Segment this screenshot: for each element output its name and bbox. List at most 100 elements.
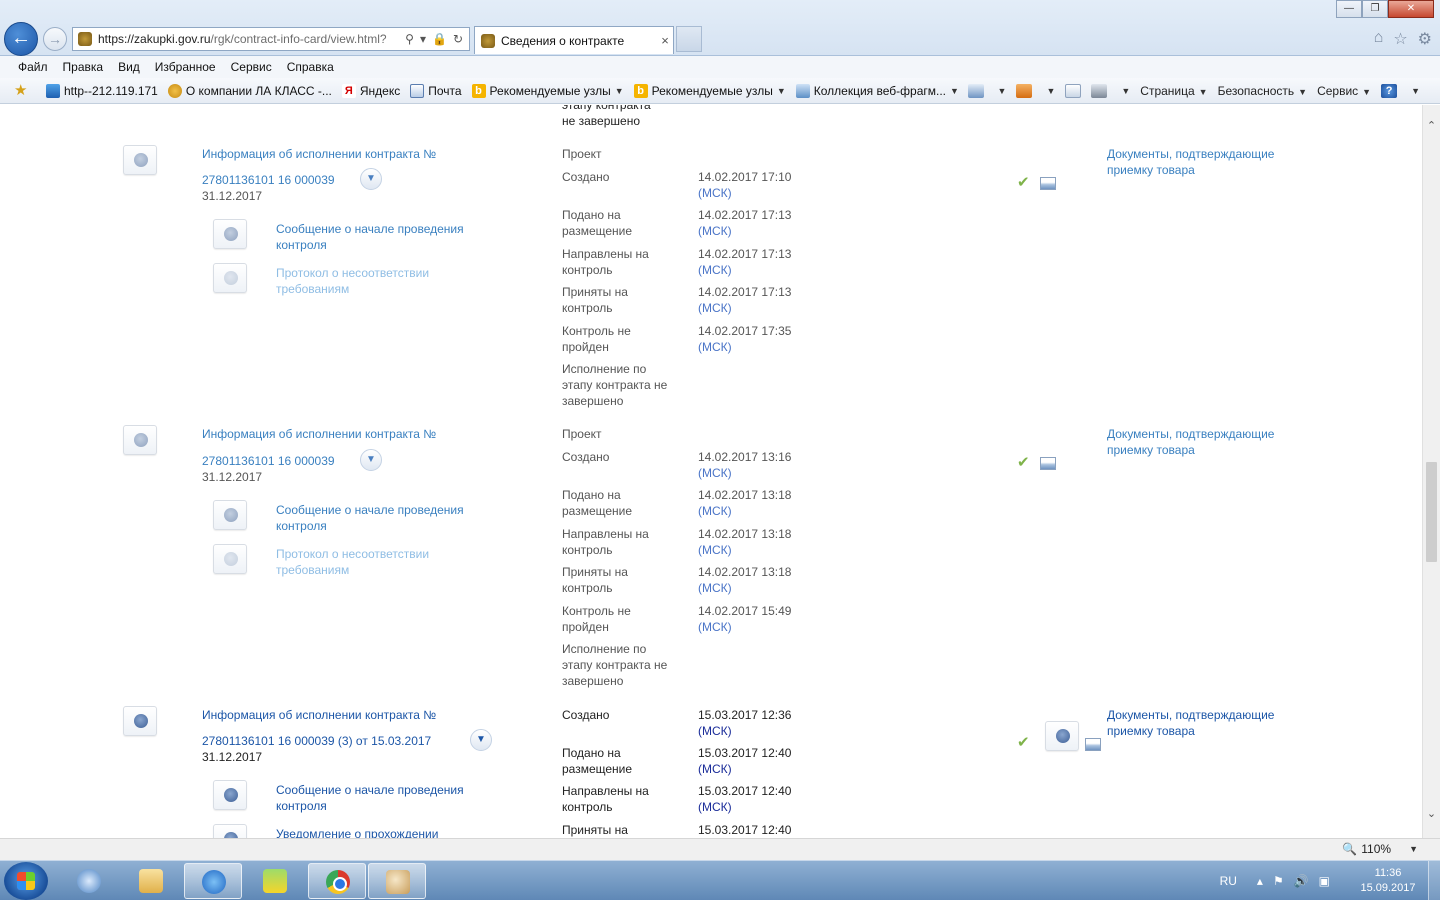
acceptance-docs-link[interactable]: Документы, подтверждающие приемку товара [1107, 146, 1277, 178]
menu-help[interactable]: Справка [287, 60, 334, 74]
favorites-star-icon[interactable]: ☆ [1393, 29, 1407, 49]
menu-edit[interactable]: Правка [63, 60, 104, 74]
acceptance-docs-link[interactable]: Документы, подтверждающие приемку товара [1107, 707, 1277, 739]
dropdown-icon[interactable]: ▾ [420, 32, 426, 46]
chevron-down-icon: ▼ [366, 173, 376, 184]
expand-button[interactable]: ▼ [360, 168, 382, 190]
forward-button[interactable]: → [43, 27, 67, 51]
document-icon[interactable] [213, 219, 247, 249]
maximize-button[interactable]: ❐ [1362, 0, 1388, 18]
mail-icon [410, 83, 425, 98]
document-icon[interactable] [213, 263, 247, 293]
taskbar-internet-explorer[interactable] [184, 863, 242, 899]
chevron-down-icon[interactable]: ▼ [998, 86, 1007, 96]
fav-item-4[interactable]: Почта [410, 83, 462, 98]
tray-expand-icon[interactable]: ▴ [1257, 874, 1263, 888]
action-center-flag-icon[interactable]: ⚑ [1273, 874, 1284, 888]
lock-icon[interactable]: 🔒 [432, 32, 447, 46]
subdoc-link[interactable]: Протокол о несоответствии требованиям [276, 546, 476, 578]
document-icon[interactable] [123, 425, 157, 455]
command-page[interactable]: Страница ▼ [1140, 84, 1207, 98]
show-desktop-button[interactable] [1428, 861, 1440, 901]
help-icon[interactable]: ? [1381, 84, 1398, 98]
record-number-link[interactable]: 27801136101 16 000039 [202, 172, 335, 188]
print-icon[interactable] [1091, 84, 1108, 98]
home-icon[interactable] [967, 84, 984, 98]
document-icon[interactable] [123, 706, 157, 736]
address-bar[interactable]: https://zakupki.gov.ru/rgk/contract-info… [72, 27, 470, 51]
tab-close-icon[interactable]: × [657, 33, 673, 48]
chevron-down-icon: ▼ [950, 85, 959, 96]
network-icon[interactable]: ▣ [1319, 874, 1330, 888]
document-icon[interactable] [213, 824, 247, 838]
refresh-icon[interactable]: ↻ [453, 32, 463, 46]
favorites-button[interactable]: ★ [14, 83, 36, 98]
subdoc-link[interactable]: Сообщение о начале проведения контроля [276, 221, 496, 253]
start-button[interactable] [4, 862, 48, 900]
status-date: 15.03.2017 12:36 (МСК) [698, 708, 792, 738]
record-number-link[interactable]: 27801136101 16 000039 [202, 453, 335, 469]
acceptance-docs-link[interactable]: Документы, подтверждающие приемку товара [1107, 426, 1277, 458]
zoom-control[interactable]: 🔍 110% ▼ [1342, 842, 1418, 856]
document-icon[interactable] [213, 780, 247, 810]
taskbar-explorer[interactable] [122, 863, 180, 899]
taskbar-chrome[interactable] [308, 863, 366, 899]
new-tab-button[interactable] [676, 26, 702, 52]
fav-item-3[interactable]: Я Яндекс [341, 83, 400, 98]
address-url[interactable]: https://zakupki.gov.ru/rgk/contract-info… [98, 32, 405, 46]
fav-item-6[interactable]: b Рекомендуемые узлы ▼ [633, 83, 786, 98]
home-icon[interactable]: ⌂ [1374, 29, 1384, 49]
expand-button[interactable]: ▼ [360, 449, 382, 471]
image-file-icon[interactable] [1040, 457, 1056, 470]
scroll-down-icon[interactable]: ⌄ [1423, 807, 1440, 824]
image-file-icon[interactable] [1085, 738, 1101, 751]
scroll-up-icon[interactable]: ⌃ [1423, 119, 1440, 136]
scroll-thumb[interactable] [1426, 462, 1437, 562]
fav-item-2[interactable]: О компании ЛА КЛАСС -... [167, 83, 332, 98]
taskbar-paint[interactable] [368, 863, 426, 899]
chevron-down-icon[interactable]: ▼ [1046, 86, 1055, 96]
menu-file[interactable]: Файл [18, 60, 48, 74]
taskbar-music-app[interactable] [246, 863, 304, 899]
feeds-icon[interactable] [1016, 84, 1033, 98]
record-title-link[interactable]: Информация об исполнении контракта № [202, 707, 436, 723]
chevron-down-icon[interactable]: ▼ [1411, 86, 1420, 96]
volume-icon[interactable]: 🔊 [1294, 874, 1309, 888]
document-icon[interactable] [1045, 721, 1079, 751]
fav-item-7[interactable]: Коллекция веб-фрагм... ▼ [795, 83, 959, 98]
record-title-link[interactable]: Информация об исполнении контракта № [202, 146, 436, 162]
subdoc-link[interactable]: Сообщение о начале проведения контроля [276, 502, 496, 534]
taskbar-sound-app[interactable] [60, 863, 118, 899]
back-button[interactable]: ← [4, 22, 38, 56]
chevron-down-icon[interactable]: ▼ [1121, 86, 1130, 96]
tools-gear-icon[interactable]: ⚙ [1418, 29, 1432, 49]
tab-contract-info[interactable]: Сведения о контракте × [474, 26, 674, 54]
expand-button[interactable]: ▼ [470, 729, 492, 751]
fav-item-5[interactable]: b Рекомендуемые узлы ▼ [471, 83, 624, 98]
music-note-icon [263, 869, 287, 893]
document-icon[interactable] [123, 145, 157, 175]
vertical-scrollbar[interactable]: ⌃ ⌄ [1422, 105, 1440, 838]
subdoc-link[interactable]: Сообщение о начале проведения контроля [276, 782, 496, 814]
document-icon[interactable] [213, 544, 247, 574]
menu-tools[interactable]: Сервис [231, 60, 272, 74]
menu-view[interactable]: Вид [118, 60, 140, 74]
document-icon[interactable] [213, 500, 247, 530]
clock[interactable]: 11:36 15.09.2017 [1348, 866, 1428, 896]
language-indicator[interactable]: RU [1220, 874, 1237, 888]
menu-favorites[interactable]: Избранное [155, 60, 216, 74]
subdoc-link[interactable]: Протокол о несоответствии требованиям [276, 265, 476, 297]
fav-item-1[interactable]: http--212.119.171 [46, 83, 158, 98]
command-tools[interactable]: Сервис ▼ [1317, 84, 1371, 98]
minimize-button[interactable]: — [1336, 0, 1362, 18]
record-number-link[interactable]: 27801136101 16 000039 (3) от 15.03.2017 [202, 733, 431, 749]
status-label: Приняты на [562, 823, 628, 837]
search-icon[interactable]: ⚲ [405, 32, 414, 46]
image-file-icon[interactable] [1040, 177, 1056, 190]
status-label: Контроль не пройден [562, 604, 631, 634]
close-window-button[interactable]: ✕ [1388, 0, 1434, 18]
record-title-link[interactable]: Информация об исполнении контракта № [202, 426, 436, 442]
subdoc-link[interactable]: Уведомление о прохождении [276, 826, 476, 838]
read-mail-icon[interactable] [1065, 84, 1082, 98]
command-safety[interactable]: Безопасность ▼ [1218, 84, 1307, 98]
